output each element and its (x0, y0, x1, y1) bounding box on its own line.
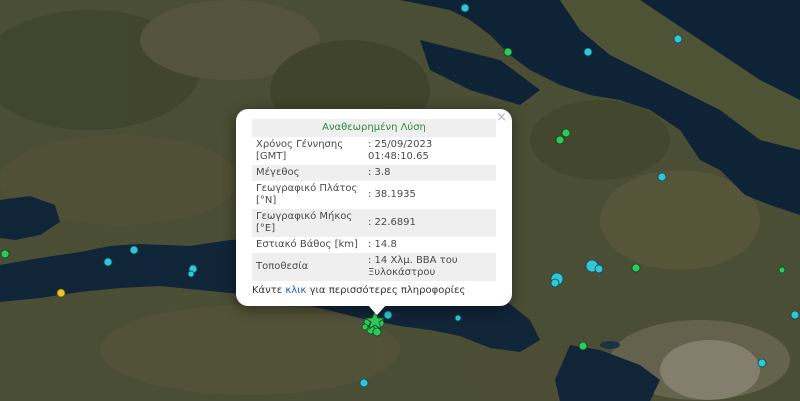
eq-marker[interactable] (503, 47, 513, 57)
eq-marker[interactable] (561, 128, 571, 138)
eq-marker[interactable] (578, 341, 588, 351)
eq-marker[interactable] (372, 327, 382, 337)
close-icon[interactable]: × (496, 111, 507, 125)
table-row: Χρόνος Γέννησης [GMT] : 25/09/2023 01:48… (252, 137, 496, 165)
eq-marker[interactable] (757, 358, 767, 368)
city-area (660, 340, 760, 400)
row-label: Γεωγραφικό Μήκος [°E] (252, 209, 364, 237)
row-value: : 25/09/2023 01:48:10.65 (364, 137, 496, 165)
more-info-line: Κάντε κλικ για περισσότερες πληροφορίες (252, 285, 496, 296)
table-row: Γεωγραφικό Μήκος [°E] : 22.6891 (252, 209, 496, 237)
earthquake-info-popup: × Αναθεωρημένη Λύση Χρόνος Γέννησης [GMT… (236, 109, 512, 306)
eq-marker[interactable] (555, 135, 565, 145)
eq-marker[interactable] (550, 278, 560, 288)
row-value: : 3.8 (364, 165, 496, 181)
eq-marker[interactable] (778, 266, 786, 274)
row-value: : 14 Χλμ. ΒΒΑ του Ξυλοκάστρου (364, 253, 496, 281)
eq-marker[interactable] (103, 257, 113, 267)
table-row: Μέγεθος : 3.8 (252, 165, 496, 181)
row-label: Εστιακό Βάθος [km] (252, 237, 364, 253)
more-info-link[interactable]: κλικ (285, 285, 306, 296)
eq-marker[interactable] (594, 264, 604, 274)
row-label: Χρόνος Γέννησης [GMT] (252, 137, 364, 165)
row-label: Γεωγραφικό Πλάτος [°N] (252, 181, 364, 209)
more-info-prefix: Κάντε (252, 285, 286, 296)
eq-marker[interactable] (454, 314, 462, 322)
row-label: Μέγεθος (252, 165, 364, 181)
eq-marker[interactable] (583, 47, 593, 57)
eq-marker[interactable] (361, 323, 369, 331)
eq-marker[interactable] (460, 3, 470, 13)
eq-marker[interactable] (359, 378, 369, 388)
table-row: Γεωγραφικό Πλάτος [°N] : 38.1935 (252, 181, 496, 209)
row-value: : 14.8 (364, 237, 496, 253)
eq-marker[interactable] (673, 34, 683, 44)
table-row: Εστιακό Βάθος [km] : 14.8 (252, 237, 496, 253)
row-label: Τοποθεσία (252, 253, 364, 281)
row-value: : 38.1935 (364, 181, 496, 209)
popup-pointer (367, 304, 387, 315)
eq-marker[interactable] (790, 310, 800, 320)
eq-marker[interactable] (129, 245, 139, 255)
eq-marker[interactable] (631, 263, 641, 273)
more-info-suffix: για περισσότερες πληροφορίες (306, 285, 466, 296)
eq-marker[interactable] (657, 172, 667, 182)
popup-header: Αναθεωρημένη Λύση (252, 119, 496, 137)
table-row: Τοποθεσία : 14 Χλμ. ΒΒΑ του Ξυλοκάστρου (252, 253, 496, 281)
row-value: : 22.6891 (364, 209, 496, 237)
eq-marker[interactable] (56, 288, 66, 298)
eq-marker[interactable] (0, 249, 10, 259)
lake (600, 341, 620, 349)
earthquake-info-table: Αναθεωρημένη Λύση Χρόνος Γέννησης [GMT] … (252, 119, 496, 281)
eq-marker[interactable] (187, 270, 195, 278)
